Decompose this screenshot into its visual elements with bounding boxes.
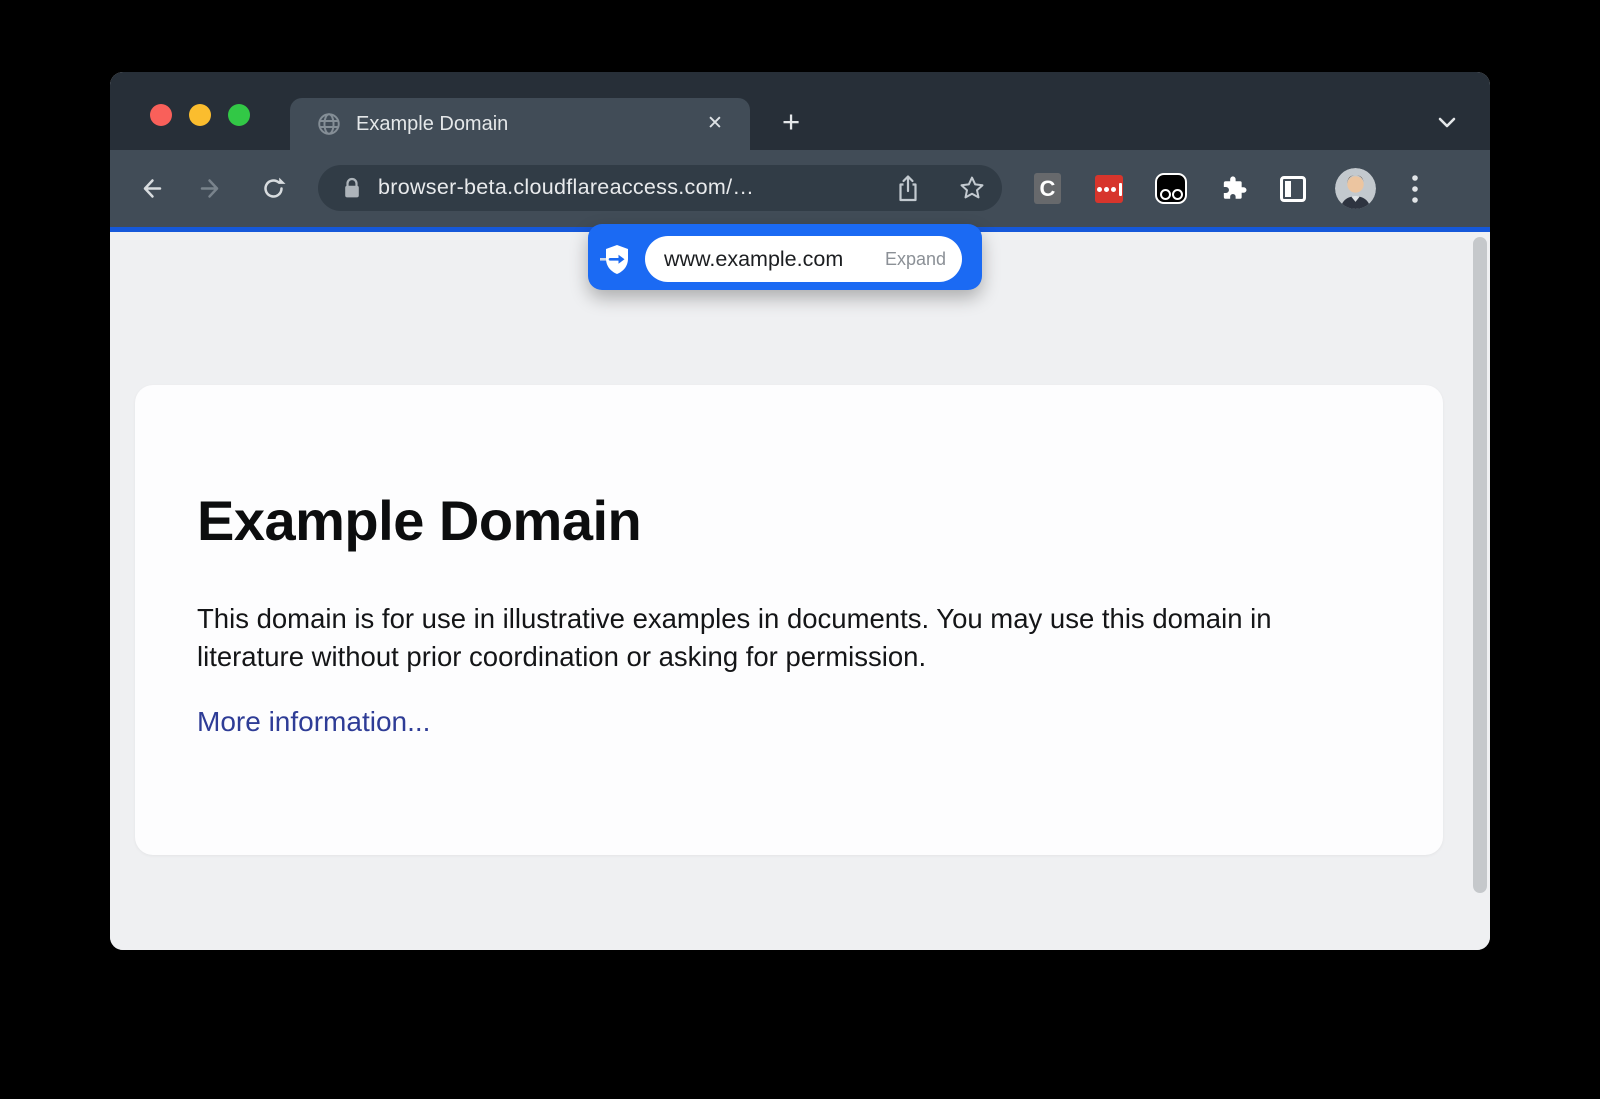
kebab-menu-icon[interactable] — [1410, 174, 1420, 204]
url-text: browser-beta.cloudflareaccess.com/… — [378, 165, 754, 211]
traffic-light-zoom-button[interactable] — [228, 104, 250, 126]
side-panel-bar — [1285, 181, 1291, 197]
tab-strip: Example Domain ✕ + — [110, 72, 1490, 150]
share-icon[interactable] — [895, 174, 921, 203]
lastpass-dot — [1111, 187, 1116, 192]
lastpass-dot — [1097, 187, 1102, 192]
page-heading: Example Domain — [197, 489, 1373, 553]
side-panel-icon[interactable] — [1280, 176, 1306, 202]
lastpass-extension-icon[interactable] — [1095, 175, 1123, 203]
avatar-image — [1335, 168, 1376, 209]
browser-window: Example Domain ✕ + browser-beta.cloudfla… — [110, 72, 1490, 950]
profile-avatar[interactable] — [1335, 168, 1376, 209]
circle-left — [1160, 189, 1171, 200]
traffic-light-minimize-button[interactable] — [189, 104, 211, 126]
back-arrow-icon[interactable] — [137, 175, 164, 202]
tab-close-icon[interactable]: ✕ — [702, 111, 728, 137]
browser-toolbar: browser-beta.cloudflareaccess.com/… C — [110, 150, 1490, 227]
new-tab-button[interactable]: + — [774, 106, 808, 140]
lastpass-bar — [1119, 183, 1122, 196]
bookmark-star-icon[interactable] — [959, 175, 985, 201]
circles-extension-icon[interactable] — [1155, 173, 1187, 204]
address-bar[interactable]: browser-beta.cloudflareaccess.com/… — [318, 165, 1002, 211]
forward-arrow-icon[interactable] — [198, 175, 225, 202]
reload-icon[interactable] — [260, 175, 287, 202]
circle-right — [1172, 189, 1183, 200]
isolation-host-pill[interactable]: www.example.com Expand — [588, 224, 982, 290]
lock-icon[interactable] — [342, 176, 362, 201]
more-information-link[interactable]: More information... — [197, 706, 430, 738]
tab-title: Example Domain — [356, 98, 508, 150]
isolation-url-capsule[interactable]: www.example.com Expand — [645, 236, 962, 282]
page-paragraph: This domain is for use in illustrative e… — [197, 600, 1349, 676]
lastpass-dot — [1104, 187, 1109, 192]
tab-example-domain[interactable]: Example Domain ✕ — [290, 98, 750, 150]
content-card: Example Domain This domain is for use in… — [135, 385, 1443, 855]
extensions-puzzle-icon[interactable] — [1219, 174, 1248, 203]
isolation-host-text: www.example.com — [664, 247, 843, 272]
scrollbar-thumb[interactable] — [1473, 237, 1487, 893]
traffic-light-close-button[interactable] — [150, 104, 172, 126]
globe-icon — [316, 111, 342, 137]
chevron-down-icon[interactable] — [1434, 109, 1460, 135]
extension-c-icon[interactable]: C — [1034, 173, 1061, 204]
isolation-expand-button[interactable]: Expand — [885, 249, 946, 270]
page-viewport: www.example.com Expand Example Domain Th… — [110, 232, 1490, 950]
shield-arrow-icon — [600, 242, 634, 278]
